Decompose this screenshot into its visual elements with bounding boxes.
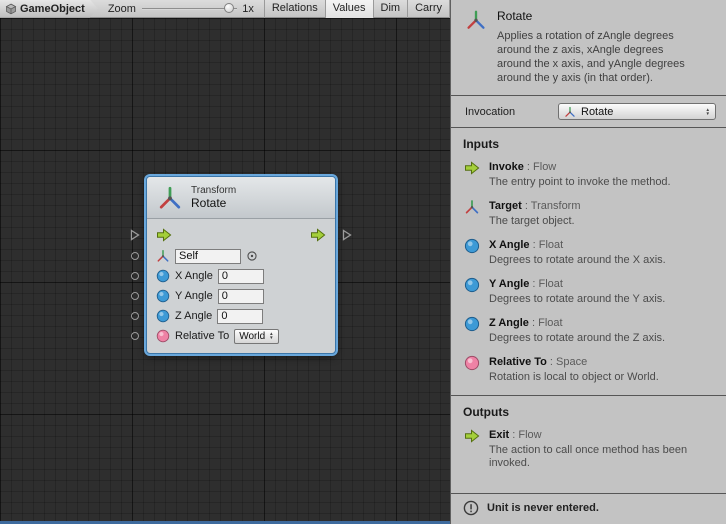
inspector-description: Applies a rotation of zAngle degrees aro…: [497, 29, 695, 85]
x-angle-label: X Angle: [175, 270, 213, 282]
dropdown-arrows-icon: ▲▼: [706, 108, 710, 116]
tab-dim[interactable]: Dim: [373, 0, 408, 18]
transform-axes-icon: [564, 106, 576, 118]
graph-toolbar: GameObject Zoom 1x Relations Values Dim …: [0, 0, 450, 18]
zoom-slider-knob[interactable]: [224, 3, 234, 13]
y-angle-port[interactable]: [131, 292, 139, 300]
zoom-value: 1x: [242, 3, 254, 15]
space-circle-icon: [464, 355, 480, 371]
flow-input-port[interactable]: [130, 229, 140, 241]
node-row-flow: [147, 224, 335, 246]
node-row-z-angle: Z Angle: [147, 306, 335, 326]
outputs-header: Outputs: [451, 396, 726, 423]
invoke-flow-arrow-icon[interactable]: [156, 227, 172, 243]
dropdown-arrows-icon: ▲▼: [269, 332, 273, 340]
self-field[interactable]: [175, 249, 241, 264]
space-circle-icon: [156, 329, 170, 343]
port-entry-relative-to: Relative ToSpace Rotation is local to ob…: [451, 350, 726, 389]
z-angle-port[interactable]: [131, 312, 139, 320]
z-angle-label: Z Angle: [175, 310, 212, 322]
warning-text: Unit is never entered.: [487, 502, 599, 514]
relative-to-dropdown[interactable]: World ▲▼: [234, 329, 278, 344]
node-title: Transform: [191, 185, 236, 196]
port-entry-z-angle: Z AngleFloat Degrees to rotate around th…: [451, 311, 726, 350]
unity-flow-graph-window: GameObject Zoom 1x Relations Values Dim …: [0, 0, 726, 524]
transform-axes-icon: [157, 185, 183, 211]
zoom-label: Zoom: [108, 3, 136, 15]
port-entry-x-angle: X AngleFloat Degrees to rotate around th…: [451, 233, 726, 272]
port-entry-target: TargetTransform The target object.: [451, 194, 726, 233]
node-subtitle: Rotate: [191, 196, 236, 210]
node-header[interactable]: Transform Rotate: [147, 177, 335, 219]
node-row-x-angle: X Angle: [147, 266, 335, 286]
z-angle-input[interactable]: [217, 309, 263, 324]
exit-flow-arrow-icon[interactable]: [310, 227, 326, 243]
target-port[interactable]: [131, 252, 139, 260]
invocation-dropdown[interactable]: Rotate ▲▼: [558, 103, 716, 120]
float-circle-icon: [156, 269, 170, 283]
breadcrumb-label: GameObject: [20, 3, 85, 15]
node-row-relative-to: Relative To World ▲▼: [147, 326, 335, 346]
zoom-slider-track: [142, 8, 237, 10]
transform-axes-icon: [464, 199, 480, 215]
spacer: [451, 475, 726, 493]
graph-canvas[interactable]: Transform Rotate: [0, 18, 450, 524]
tab-carry[interactable]: Carry: [407, 0, 450, 18]
tab-relations[interactable]: Relations: [264, 0, 325, 18]
inspector-title: Rotate: [497, 9, 695, 23]
node-row-y-angle: Y Angle: [147, 286, 335, 306]
transform-axes-icon: [465, 9, 487, 31]
y-angle-input[interactable]: [218, 289, 264, 304]
toolbar-tabs: Relations Values Dim Carry: [264, 0, 450, 18]
object-picker-icon[interactable]: [246, 250, 258, 262]
port-entry-y-angle: Y AngleFloat Degrees to rotate around th…: [451, 272, 726, 311]
invocation-value: Rotate: [581, 106, 613, 118]
graph-area: GameObject Zoom 1x Relations Values Dim …: [0, 0, 450, 524]
inputs-header: Inputs: [451, 128, 726, 155]
invocation-row: Invocation Rotate ▲▼: [451, 96, 726, 128]
gameobject-cube-icon: [5, 3, 17, 15]
tab-values[interactable]: Values: [325, 0, 373, 18]
port-entry-exit: ExitFlow The action to call once method …: [451, 423, 726, 475]
float-circle-icon: [464, 277, 480, 293]
breadcrumb-gameobject[interactable]: GameObject: [0, 0, 98, 18]
zoom-slider[interactable]: [142, 0, 237, 18]
float-circle-icon: [464, 316, 480, 332]
relative-to-port[interactable]: [131, 332, 139, 340]
node-transform-rotate[interactable]: Transform Rotate: [146, 176, 336, 354]
port-entry-invoke: InvokeFlow The entry point to invoke the…: [451, 155, 726, 194]
x-angle-input[interactable]: [218, 269, 264, 284]
float-circle-icon: [156, 289, 170, 303]
node-row-self: [147, 246, 335, 266]
warning-bar: Unit is never entered.: [451, 493, 726, 524]
flow-output-port[interactable]: [342, 229, 352, 241]
invocation-label: Invocation: [465, 106, 515, 118]
x-angle-port[interactable]: [131, 272, 139, 280]
float-circle-icon: [464, 238, 480, 254]
relative-to-label: Relative To: [175, 330, 229, 342]
node-body: X Angle Y Angle Z Angle: [147, 219, 335, 353]
warning-icon: [463, 500, 479, 516]
flow-arrow-icon: [464, 160, 480, 176]
relative-to-value: World: [239, 331, 265, 342]
flow-arrow-icon: [464, 428, 480, 444]
float-circle-icon: [156, 309, 170, 323]
inspector-header: Rotate Applies a rotation of zAngle degr…: [451, 0, 726, 96]
inspector-panel: Rotate Applies a rotation of zAngle degr…: [450, 0, 726, 524]
y-angle-label: Y Angle: [175, 290, 213, 302]
transform-axes-icon: [156, 249, 170, 263]
